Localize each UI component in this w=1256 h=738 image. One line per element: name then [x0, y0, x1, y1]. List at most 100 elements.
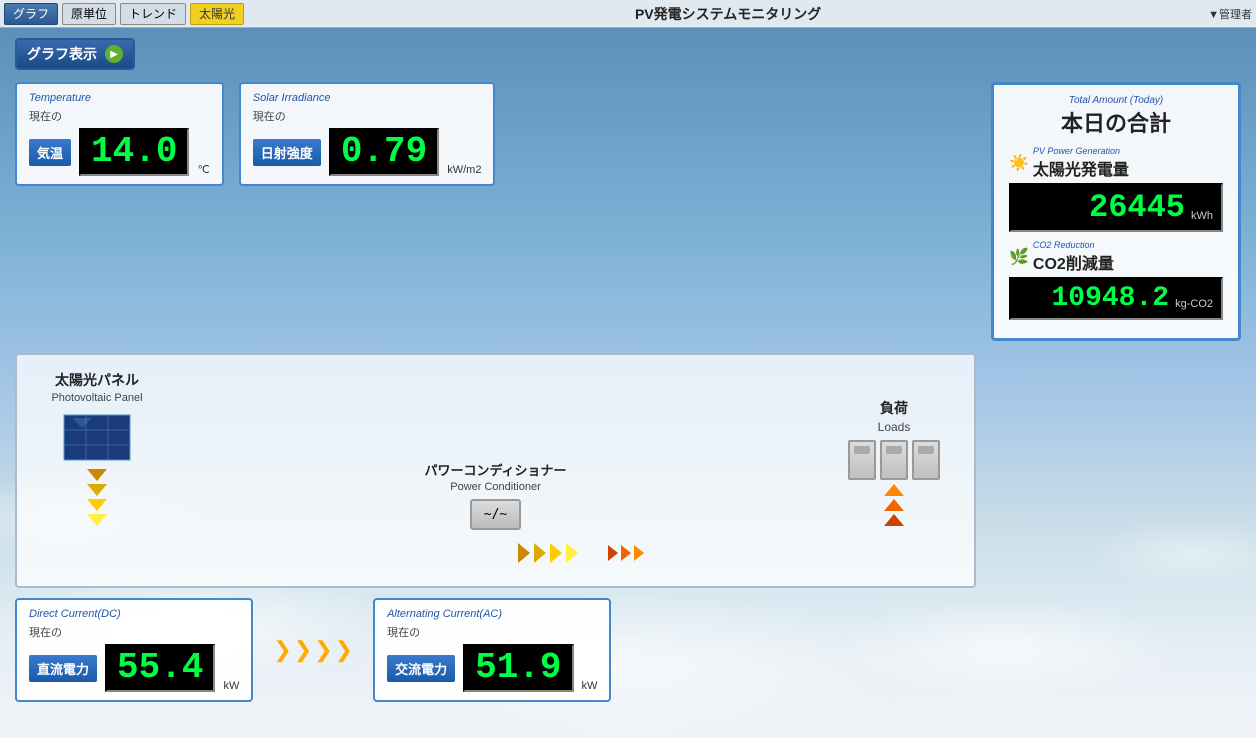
- orange-arrows-right: [608, 545, 644, 561]
- down-arrow-1: [87, 469, 107, 481]
- down-arrow-2: [87, 484, 107, 496]
- graph-display-arrow[interactable]: ▶: [105, 45, 123, 63]
- up-arrow-2: [884, 499, 904, 511]
- diagram-flow: 太陽光パネル Photovoltaic Panel: [37, 370, 954, 530]
- flow-arrow-4: ❯: [335, 639, 353, 661]
- yellow-arrow-3: [550, 543, 562, 563]
- co2-section: 🌿 CO2 Reduction CO2削減量 10948.2 kg-CO2: [1009, 240, 1223, 320]
- down-arrow-3: [87, 499, 107, 511]
- solar-irradiance-display: 0.79: [329, 128, 439, 176]
- pv-panel-icon: [62, 410, 132, 465]
- btn-trend[interactable]: トレンド: [120, 3, 186, 25]
- up-arrows: [884, 484, 904, 526]
- horizontal-arrows-row: [348, 535, 644, 571]
- solar-irradiance-card: Solar Irradiance 現在の 日射強度 0.79 kW/m2: [239, 82, 496, 186]
- pv-panel-column: 太陽光パネル Photovoltaic Panel: [37, 370, 157, 530]
- loads-subtitle: Loads: [878, 420, 911, 434]
- right-spacer: [991, 353, 1241, 588]
- dc-card: Direct Current(DC) 現在の 直流電力 55.4 kW: [15, 598, 253, 702]
- co2-section-label: CO2削減量: [1033, 256, 1114, 273]
- pv-power-section: ☀️ PV Power Generation 太陽光発電量 26445 kWh: [1009, 146, 1223, 232]
- ac-title: Alternating Current(AC): [387, 608, 597, 620]
- top-bar: グラフ 原単位 トレンド 太陽光 PV発電システムモニタリング ▼管理者: [0, 0, 1256, 28]
- dc-body: 直流電力 55.4 kW: [29, 644, 239, 692]
- btn-solar[interactable]: 太陽光: [190, 3, 244, 25]
- graph-display-label: グラフ表示: [27, 44, 97, 64]
- dc-title: Direct Current(DC): [29, 608, 239, 620]
- pv-value: 26445: [1089, 189, 1185, 226]
- temperature-display: 14.0: [79, 128, 189, 176]
- ac-body: 交流電力 51.9 kW: [387, 644, 597, 692]
- up-arrow-1: [884, 484, 904, 496]
- middle-row: 太陽光パネル Photovoltaic Panel: [15, 353, 1241, 588]
- temperature-value: 14.0: [91, 131, 177, 172]
- load-unit-3: [912, 440, 940, 480]
- pv-lcd-display: 26445 kWh: [1009, 183, 1223, 232]
- yellow-arrow-2: [534, 543, 546, 563]
- down-arrow-4: [87, 514, 107, 526]
- flow-arrows-dc-ac: ❯ ❯ ❯ ❯: [268, 639, 358, 661]
- down-arrows: [87, 469, 107, 526]
- sensor-row: Temperature 現在の 気温 14.0 ℃ Solar Irradian…: [15, 82, 1241, 341]
- solar-irradiance-value: 0.79: [341, 131, 427, 172]
- page-title: PV発電システムモニタリング: [248, 4, 1208, 24]
- flow-arrow-1: ❯: [273, 639, 291, 661]
- ac-sensor-label: 交流電力: [387, 655, 455, 682]
- temperature-unit: ℃: [197, 163, 209, 176]
- yellow-arrow-1: [518, 543, 530, 563]
- pv-panel-subtitle: Photovoltaic Panel: [51, 392, 142, 404]
- flow-arrow-3: ❯: [314, 639, 332, 661]
- yellow-arrow-4: [566, 543, 578, 563]
- pv-unit: kWh: [1191, 210, 1213, 226]
- solar-irradiance-body: 日射強度 0.79 kW/m2: [253, 128, 482, 176]
- leaf-icon: 🌿: [1009, 247, 1029, 267]
- orange-arrow-2: [621, 545, 631, 561]
- sun-icon: ☀️: [1009, 153, 1029, 173]
- total-amount-header: Total Amount (Today): [1009, 95, 1223, 106]
- load-unit-1: [848, 440, 876, 480]
- pc-subtitle: Power Conditioner: [450, 481, 541, 493]
- solar-irradiance-sensor-label: 日射強度: [253, 139, 321, 166]
- up-arrow-3: [884, 514, 904, 526]
- bottom-row: Direct Current(DC) 現在の 直流電力 55.4 kW ❯ ❯ …: [15, 598, 1241, 702]
- menu-button[interactable]: ▼管理者: [1208, 6, 1252, 22]
- dc-value: 55.4: [117, 647, 203, 688]
- temperature-card: Temperature 現在の 気温 14.0 ℃: [15, 82, 224, 186]
- graph-display-bar[interactable]: グラフ表示 ▶: [15, 38, 135, 70]
- ac-value: 51.9: [475, 647, 561, 688]
- ac-display: 51.9: [463, 644, 573, 692]
- ac-unit: kW: [582, 680, 598, 692]
- pv-diagram: 太陽光パネル Photovoltaic Panel: [15, 353, 976, 588]
- loads-icon: [848, 440, 940, 480]
- co2-lcd-display: 10948.2 kg-CO2: [1009, 277, 1223, 320]
- solar-irradiance-title: Solar Irradiance: [253, 92, 482, 104]
- dc-unit: kW: [223, 680, 239, 692]
- solar-irradiance-unit: kW/m2: [447, 164, 481, 176]
- solar-current-label: 現在の: [253, 108, 482, 124]
- temperature-title: Temperature: [29, 92, 210, 104]
- pv-section-label: 太陽光発電量: [1033, 162, 1129, 179]
- pv-panel-title: 太陽光パネル: [55, 370, 139, 390]
- temperature-sensor-label: 気温: [29, 139, 71, 166]
- btn-unit[interactable]: 原単位: [62, 3, 116, 25]
- total-amount-title: 本日の合計: [1009, 106, 1223, 138]
- load-unit-2: [880, 440, 908, 480]
- yellow-arrows: [518, 543, 578, 563]
- loads-title: 負荷: [880, 398, 908, 418]
- flow-arrow-2: ❯: [294, 639, 312, 661]
- orange-arrow-3: [634, 545, 644, 561]
- dc-current-label: 現在の: [29, 624, 239, 640]
- total-amount-card: Total Amount (Today) 本日の合計 ☀️ PV Power G…: [991, 82, 1241, 341]
- pv-section-sublabel: PV Power Generation: [1033, 146, 1129, 156]
- pv-section-header: ☀️ PV Power Generation 太陽光発電量: [1009, 146, 1223, 180]
- pc-unit: ~/~: [470, 499, 521, 530]
- pc-title: パワーコンディショナー: [424, 460, 566, 479]
- loads-column: 負荷 Loads: [834, 398, 954, 530]
- btn-graph[interactable]: グラフ: [4, 3, 58, 25]
- ac-current-label: 現在の: [387, 624, 597, 640]
- co2-section-sublabel: CO2 Reduction: [1033, 240, 1114, 250]
- co2-section-header: 🌿 CO2 Reduction CO2削減量: [1009, 240, 1223, 274]
- orange-arrow-1: [608, 545, 618, 561]
- co2-unit: kg-CO2: [1175, 298, 1213, 314]
- dc-sensor-label: 直流電力: [29, 655, 97, 682]
